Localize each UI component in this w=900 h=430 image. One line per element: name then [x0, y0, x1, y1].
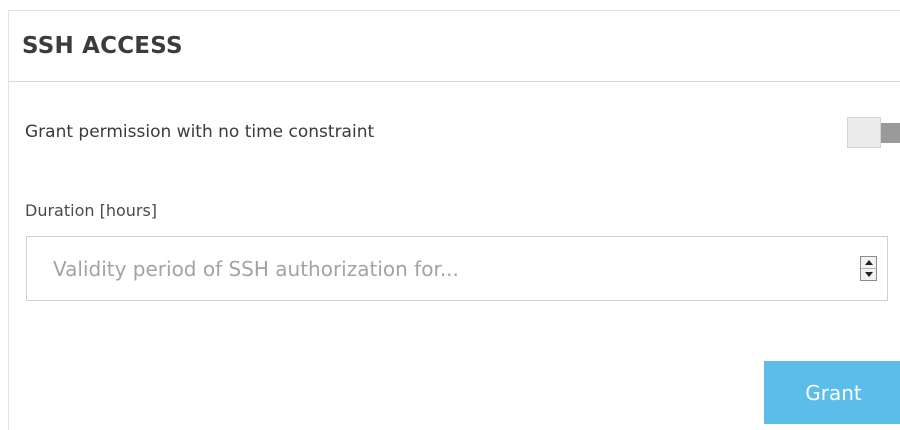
duration-input[interactable] — [51, 255, 835, 282]
ssh-access-panel: SSH ACCESS Grant permission with no time… — [8, 10, 900, 430]
stepper-down-button[interactable] — [861, 268, 876, 280]
panel-header: SSH ACCESS — [9, 11, 900, 82]
no-time-constraint-toggle[interactable] — [847, 117, 900, 148]
stepper-up-button[interactable] — [861, 257, 876, 268]
chevron-down-icon — [864, 272, 873, 277]
panel-title: SSH ACCESS — [22, 33, 183, 59]
toggle-knob[interactable] — [847, 117, 881, 148]
chevron-up-icon — [864, 260, 873, 265]
grant-button[interactable]: Grant — [764, 361, 900, 424]
duration-label: Duration [hours] — [25, 201, 158, 220]
no-time-constraint-label: Grant permission with no time constraint — [25, 122, 375, 142]
no-time-constraint-row: Grant permission with no time constraint — [25, 117, 900, 148]
duration-stepper[interactable] — [860, 256, 877, 281]
duration-field — [26, 236, 888, 301]
